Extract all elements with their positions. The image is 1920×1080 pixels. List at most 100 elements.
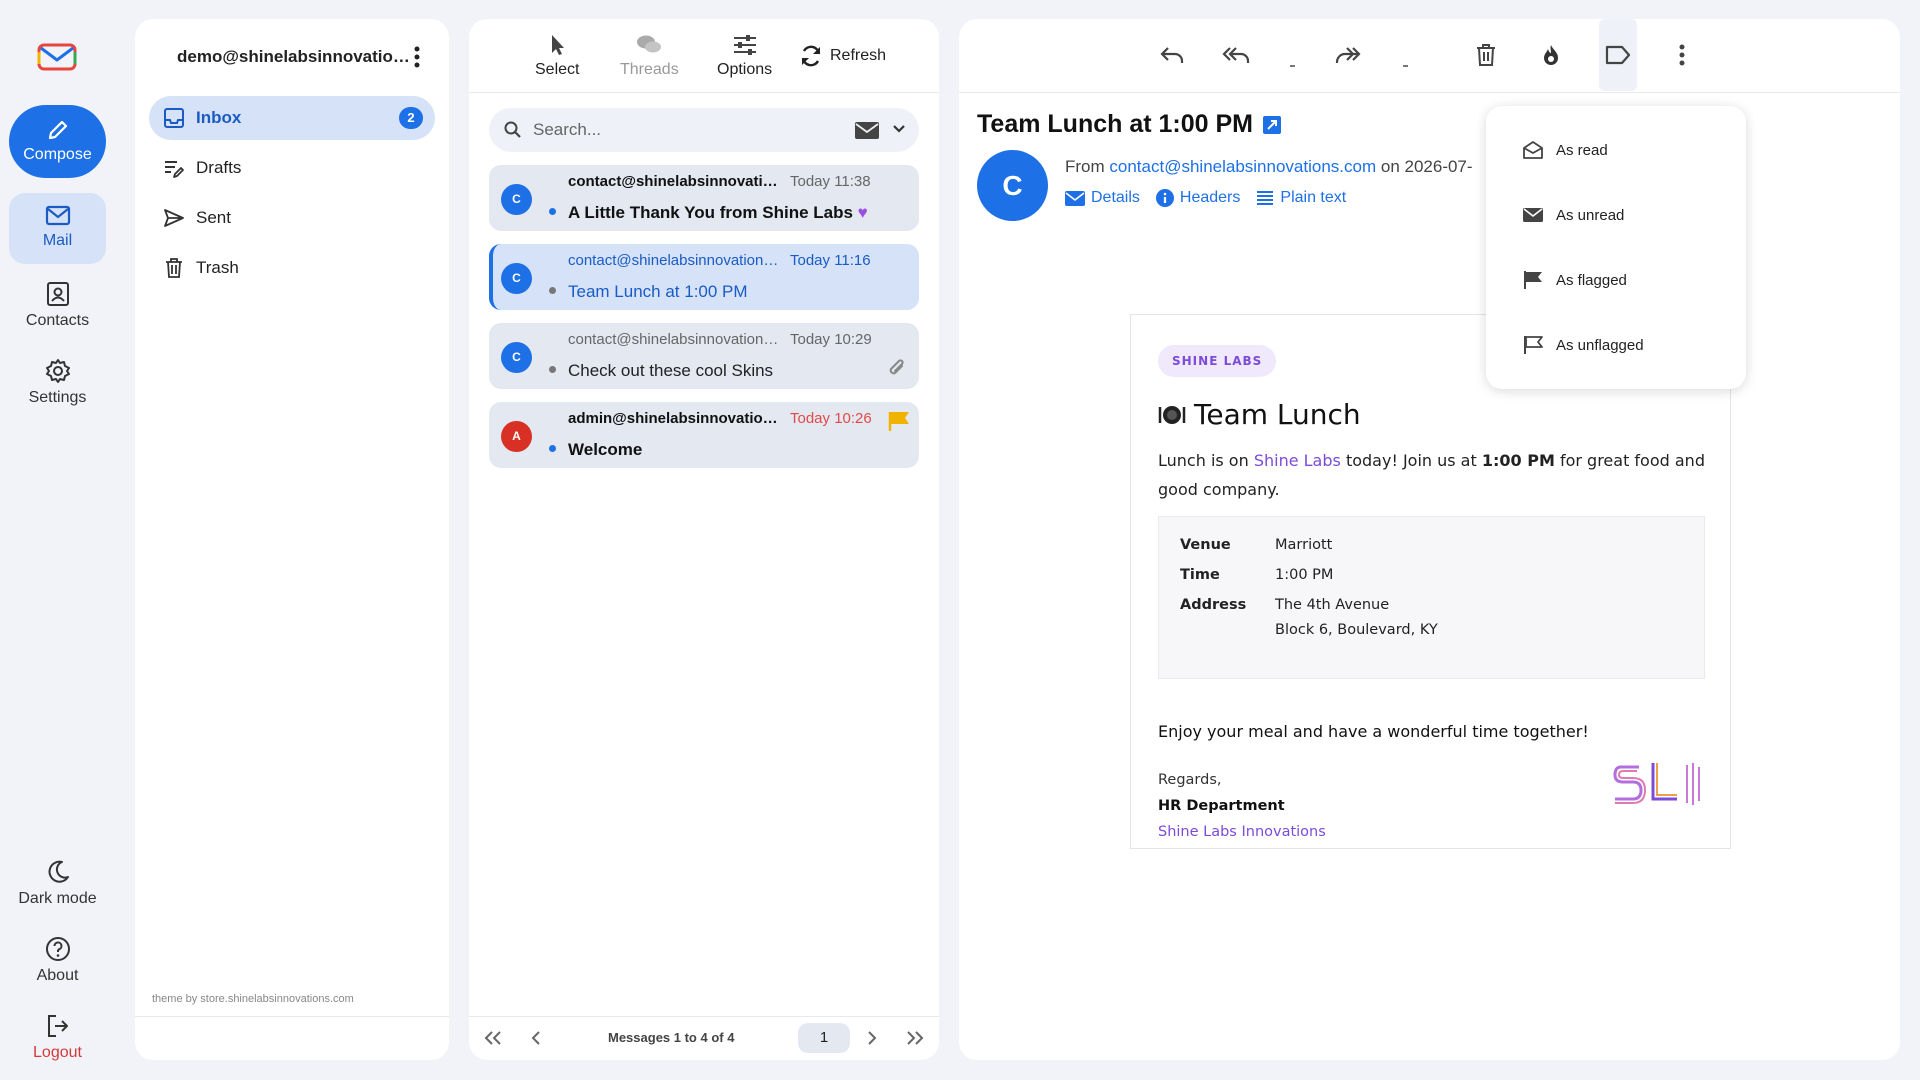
- folder-sent-label: Sent: [196, 208, 231, 227]
- headers-link[interactable]: Headers: [1155, 189, 1240, 207]
- about-label: About: [36, 967, 79, 984]
- rail-mail[interactable]: Mail: [9, 193, 106, 264]
- paperclip-icon: [887, 358, 907, 380]
- more-options-icon[interactable]: [1678, 43, 1686, 67]
- mark-as-flagged-item[interactable]: As flagged: [1522, 268, 1627, 292]
- mark-as-unflagged-item[interactable]: As unflagged: [1522, 333, 1644, 357]
- info-icon: [1155, 189, 1174, 207]
- address-line-1: The 4th Avenue: [1275, 597, 1390, 613]
- email-heading: Team Lunch: [1158, 398, 1361, 431]
- threads-label: Threads: [620, 61, 679, 78]
- reader-toolbar-divider: [959, 92, 1900, 93]
- message-row[interactable]: C contact@shinelabsinnovations.com Today…: [489, 165, 919, 231]
- message-row[interactable]: C contact@shinelabsinnovations.com Today…: [489, 323, 919, 389]
- unread-dot: [549, 208, 556, 215]
- sender-avatar: C: [501, 263, 532, 294]
- message-row-selected[interactable]: C contact@shinelabsinnovations.com Today…: [489, 244, 919, 310]
- message-sender: admin@shinelabsinnovations.com: [568, 410, 782, 427]
- folders-panel: demo@shinelabsinnovations.com Inbox 2 Dr…: [135, 19, 449, 1060]
- rail-contacts[interactable]: Contacts: [9, 281, 106, 330]
- email-signature: Regards, HR Department Shine Labs Innova…: [1158, 767, 1326, 845]
- first-page-icon[interactable]: [483, 1029, 503, 1047]
- details-link[interactable]: Details: [1065, 189, 1140, 207]
- intro-text-1: Lunch is on: [1158, 451, 1254, 470]
- select-label: Select: [535, 61, 580, 78]
- delete-icon[interactable]: [1474, 43, 1498, 67]
- search-input[interactable]: [533, 108, 833, 152]
- regards-text: Regards,: [1158, 772, 1222, 788]
- time-value: 1:00 PM: [1275, 567, 1334, 583]
- message-list-panel: Select Threads Options Refresh C co: [469, 19, 939, 1060]
- contacts-icon: [9, 281, 106, 307]
- email-intro: Lunch is on Shine Labs today! Join us at…: [1158, 446, 1713, 504]
- flag-icon[interactable]: [887, 410, 911, 432]
- from-prefix: From: [1065, 157, 1110, 176]
- options-button[interactable]: Options: [717, 33, 772, 79]
- compose-button[interactable]: Compose: [9, 105, 106, 178]
- rail-settings[interactable]: Settings: [9, 358, 106, 407]
- details-label: Details: [1091, 189, 1140, 206]
- reply-all-dropdown[interactable]: [1290, 65, 1295, 67]
- folder-trash-label: Trash: [196, 258, 239, 277]
- sender-avatar: C: [501, 184, 532, 215]
- forward-dropdown[interactable]: [1403, 65, 1408, 67]
- dark-mode-toggle[interactable]: Dark mode: [9, 859, 106, 908]
- envelope-open-icon: [1522, 140, 1544, 160]
- mark-as-read-item[interactable]: As read: [1522, 138, 1608, 162]
- reply-icon[interactable]: [1159, 43, 1185, 67]
- folder-drafts[interactable]: Drafts: [149, 146, 435, 190]
- venue-row: Venue Marriott: [1180, 537, 1704, 558]
- mark-as-unread-item[interactable]: As unread: [1522, 203, 1624, 227]
- logout-button[interactable]: Logout: [9, 1013, 106, 1062]
- logout-label: Logout: [33, 1044, 82, 1061]
- event-details-box: Venue Marriott Time 1:00 PM Address The …: [1158, 516, 1705, 679]
- brand-pill: SHINE LABS: [1158, 345, 1277, 377]
- page-number[interactable]: 1: [798, 1023, 850, 1053]
- time-row: Time 1:00 PM: [1180, 567, 1704, 588]
- lines-icon: [1256, 190, 1274, 206]
- inbox-icon: [163, 107, 185, 129]
- search-scope-envelope-icon[interactable]: [855, 122, 879, 139]
- pagination-bar: Messages 1 to 4 of 4 1: [469, 1016, 939, 1060]
- select-button[interactable]: Select: [535, 33, 579, 79]
- message-time: Today 11:16: [790, 252, 871, 269]
- open-in-new-window-icon[interactable]: [1263, 115, 1281, 134]
- reply-all-icon[interactable]: [1222, 43, 1250, 67]
- folders-footer-divider: [135, 1016, 449, 1017]
- rail-settings-label: Settings: [28, 389, 87, 406]
- mark-as-flagged-label: As flagged: [1556, 271, 1627, 289]
- forward-icon[interactable]: [1333, 43, 1361, 67]
- refresh-button[interactable]: Refresh: [799, 44, 886, 68]
- shine-labs-link[interactable]: Shine Labs: [1254, 451, 1341, 470]
- sender-email-link[interactable]: contact@shinelabsinnovations.com: [1109, 157, 1376, 176]
- compose-label: Compose: [23, 146, 92, 163]
- message-subject: Check out these cool Skins: [568, 361, 774, 380]
- message-reader-panel: Team Lunch at 1:00 PM C From contact@shi…: [959, 19, 1900, 1060]
- email-body-card: SHINE LABS Team Lunch Lunch is on Shine …: [1130, 314, 1731, 849]
- plain-text-link[interactable]: Plain text: [1256, 189, 1346, 207]
- threads-button[interactable]: Threads: [620, 33, 679, 79]
- search-icon: [504, 121, 522, 139]
- next-page-icon[interactable]: [865, 1029, 879, 1047]
- account-menu-icon[interactable]: [413, 45, 421, 69]
- options-label: Options: [717, 61, 773, 78]
- rail-contacts-label: Contacts: [25, 312, 90, 329]
- folder-inbox[interactable]: Inbox 2: [149, 96, 435, 140]
- folder-sent[interactable]: Sent: [149, 196, 435, 240]
- burn-flame-icon[interactable]: [1539, 43, 1563, 67]
- gear-icon: [9, 358, 106, 384]
- address-row: Address The 4th Avenue Block 6, Boulevar…: [1180, 597, 1704, 643]
- about-button[interactable]: About: [9, 936, 106, 985]
- mark-tag-icon[interactable]: [1604, 43, 1632, 67]
- dark-mode-label: Dark mode: [18, 890, 97, 907]
- folder-trash[interactable]: Trash: [149, 246, 435, 290]
- flag-filled-icon: [1522, 270, 1544, 290]
- message-row[interactable]: A admin@shinelabsinnovations.com Today 1…: [489, 402, 919, 468]
- search-bar: [489, 108, 919, 152]
- message-count: Messages 1 to 4 of 4: [608, 1030, 735, 1045]
- search-options-chevron-down-icon[interactable]: [892, 124, 906, 134]
- last-page-icon[interactable]: [905, 1029, 925, 1047]
- venue-value: Marriott: [1275, 537, 1333, 553]
- message-sender: contact@shinelabsinnovations.com: [568, 173, 782, 190]
- prev-page-icon[interactable]: [529, 1029, 543, 1047]
